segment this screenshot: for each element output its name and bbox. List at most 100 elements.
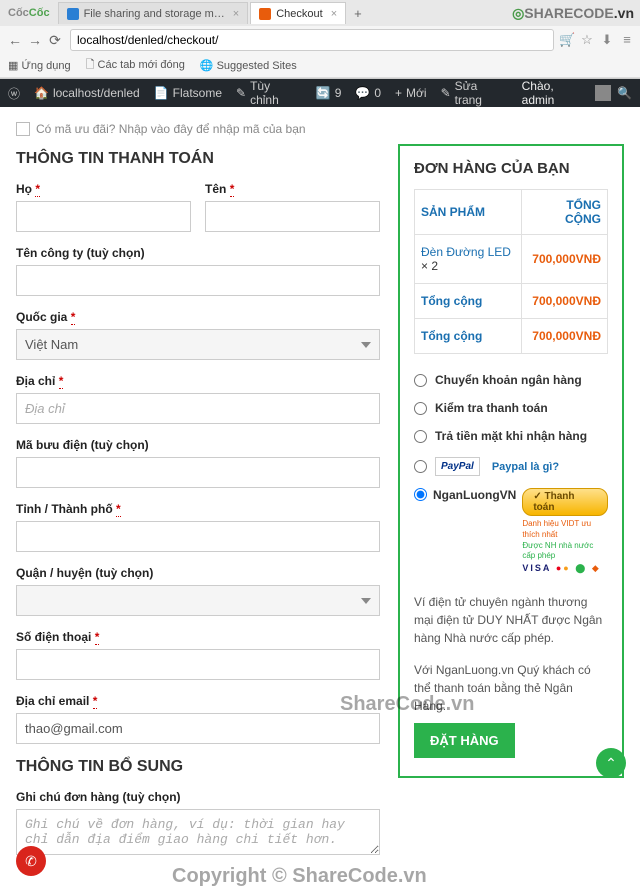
total-label: Tổng cộng [415,319,522,354]
close-icon[interactable]: × [233,8,239,20]
closed-tabs-link[interactable]: 🗋 Các tab mới đóng [86,56,185,75]
radio-nganluong[interactable] [414,488,427,501]
suggested-sites-link[interactable]: 🌐 Suggested Sites [200,59,297,72]
firstname-input[interactable] [16,201,191,232]
wp-theme-link[interactable]: 📄 Flatsome [154,86,222,100]
new-tab-button[interactable]: + [348,6,368,21]
paypal-icon: PayPal [435,457,480,476]
cart-icon[interactable]: 🛒 [559,32,575,48]
apps-button[interactable]: ▦ Ứng dụng [8,59,71,72]
radio-paypal[interactable] [414,460,427,473]
postcode-input[interactable] [16,457,380,488]
star-icon[interactable]: ☆ [579,32,595,48]
wp-logo-icon[interactable]: ⓦ [8,85,20,102]
th-product: SẢN PHẨM [415,190,522,235]
item-total: 700,000VNĐ [522,235,608,284]
table-row: Đèn Đường LED × 2 700,000VNĐ [415,235,608,284]
wp-site-link[interactable]: 🏠 localhost/denled [34,86,140,100]
table-row: Tổng cộng 700,000VNĐ [415,284,608,319]
pay-nganluong[interactable]: NganLuongVN ✓ Thanh toán Danh hiệu VIDT … [414,483,608,579]
address-label: Địa chỉ * [16,374,380,388]
phone-label: Số điện thoại * [16,630,380,644]
favicon-icon [259,8,271,20]
back-icon[interactable]: ← [5,32,25,48]
place-order-button[interactable]: ĐẶT HÀNG [414,723,515,758]
email-label: Địa chỉ email * [16,694,380,708]
card-icons: VISA ●● ⬤ ◆ [522,563,608,574]
lastname-input[interactable] [205,201,380,232]
country-select[interactable]: Việt Nam [16,329,380,360]
tab-2-active[interactable]: Checkout × [250,2,346,24]
email-input[interactable] [16,713,380,744]
payment-methods: Chuyển khoản ngân hàng Kiểm tra thanh to… [414,366,608,579]
tab-1[interactable]: File sharing and storage m… × [58,2,249,24]
bookmark-bar: ▦ Ứng dụng 🗋 Các tab mới đóng 🌐 Suggeste… [0,54,640,78]
tab-title: Checkout [276,8,322,20]
radio-bank[interactable] [414,374,427,387]
order-summary: ĐƠN HÀNG CỦA BẠN SẢN PHẨMTỔNG CỘNG Đèn Đ… [398,144,624,778]
company-label: Tên công ty (tuỳ chọn) [16,246,380,260]
firstname-label: Họ * [16,182,191,196]
company-input[interactable] [16,265,380,296]
subtotal-label: Tổng cộng [415,284,522,319]
radio-cod[interactable] [414,430,427,443]
postcode-label: Mã bưu điện (tuỳ chọn) [16,438,380,452]
order-table: SẢN PHẨMTỔNG CỘNG Đèn Đường LED × 2 700,… [414,189,608,354]
wp-greeting[interactable]: Chào, admin [522,79,590,107]
table-row: Tổng cộng 700,000VNĐ [415,319,608,354]
th-total: TỔNG CỘNG [522,190,608,235]
checkbox-icon [16,122,30,136]
download-icon[interactable]: ⬇ [599,32,615,48]
wp-edit-page[interactable]: ✎ Sửa trang [441,79,508,107]
avatar[interactable] [595,85,611,101]
tab-title: File sharing and storage m… [84,8,225,20]
wp-comments[interactable]: 💬 0 [355,86,381,100]
order-heading: ĐƠN HÀNG CỦA BẠN [414,160,608,177]
wp-customize-link[interactable]: ✎ Tùy chỉnh [236,79,302,107]
pay-check[interactable]: Kiểm tra thanh toán [414,394,608,422]
pay-bank[interactable]: Chuyển khoản ngân hàng [414,366,608,394]
coupon-toggle[interactable]: Có mã ưu đãi? Nhập vào đây để nhập mã củ… [16,119,624,144]
scroll-top-button[interactable]: ⌃ [596,748,626,778]
page-content: Có mã ưu đãi? Nhập vào đây để nhập mã củ… [0,107,640,884]
wp-updates[interactable]: 🔄 9 [316,86,342,100]
url-input[interactable] [70,29,554,51]
wp-search-icon[interactable]: 🔍 [617,86,632,100]
order-column: ĐƠN HÀNG CỦA BẠN SẢN PHẨMTỔNG CỘNG Đèn Đ… [398,144,624,872]
address-input[interactable] [16,393,380,424]
phone-input[interactable] [16,649,380,680]
notes-textarea[interactable] [16,809,380,855]
radio-check[interactable] [414,402,427,415]
billing-column: THÔNG TIN THANH TOÁN Họ * Tên * Tên công… [16,144,380,872]
browser-chrome: CốcCốc File sharing and storage m… × Che… [0,0,640,79]
pay-paypal[interactable]: PayPal Paypal là gì? [414,450,608,483]
country-label: Quốc gia * [16,310,380,324]
district-label: Quận / huyện (tuỳ chọn) [16,566,380,580]
forward-icon[interactable]: → [25,32,45,48]
item-name: Đèn Đường LED × 2 [415,235,522,284]
city-input[interactable] [16,521,380,552]
nl-pay-badge: ✓ Thanh toán [522,488,608,516]
wp-admin-bar: ⓦ 🏠 localhost/denled 📄 Flatsome ✎ Tùy ch… [0,79,640,107]
close-icon[interactable]: × [331,8,337,20]
district-select[interactable] [16,585,380,616]
notes-label: Ghi chú đơn hàng (tuỳ chọn) [16,790,380,804]
menu-icon[interactable]: ≡ [619,32,635,48]
order-note-1: Ví điện tử chuyên ngành thương mại điện … [414,593,608,647]
order-note-2: Với NganLuong.vn Quý khách có thể thanh … [414,661,608,715]
browser-logo: CốcCốc [0,7,58,19]
nl-label: NganLuongVN [433,488,516,502]
call-button[interactable]: ✆ [16,846,46,876]
city-label: Tỉnh / Thành phố * [16,502,380,516]
sharecode-watermark: ◎SHARECODE.vn [512,5,634,22]
total: 700,000VNĐ [522,319,608,354]
subtotal: 700,000VNĐ [522,284,608,319]
coupon-text: Có mã ưu đãi? Nhập vào đây để nhập mã củ… [36,122,306,136]
favicon-icon [67,8,79,20]
billing-heading: THÔNG TIN THANH TOÁN [16,150,380,168]
pay-cod[interactable]: Trả tiền mặt khi nhận hàng [414,422,608,450]
paypal-help-link[interactable]: Paypal là gì? [492,461,559,473]
wp-new[interactable]: + Mới [395,86,427,100]
reload-icon[interactable]: ⟳ [45,32,65,49]
additional-heading: THÔNG TIN BỔ SUNG [16,758,380,776]
